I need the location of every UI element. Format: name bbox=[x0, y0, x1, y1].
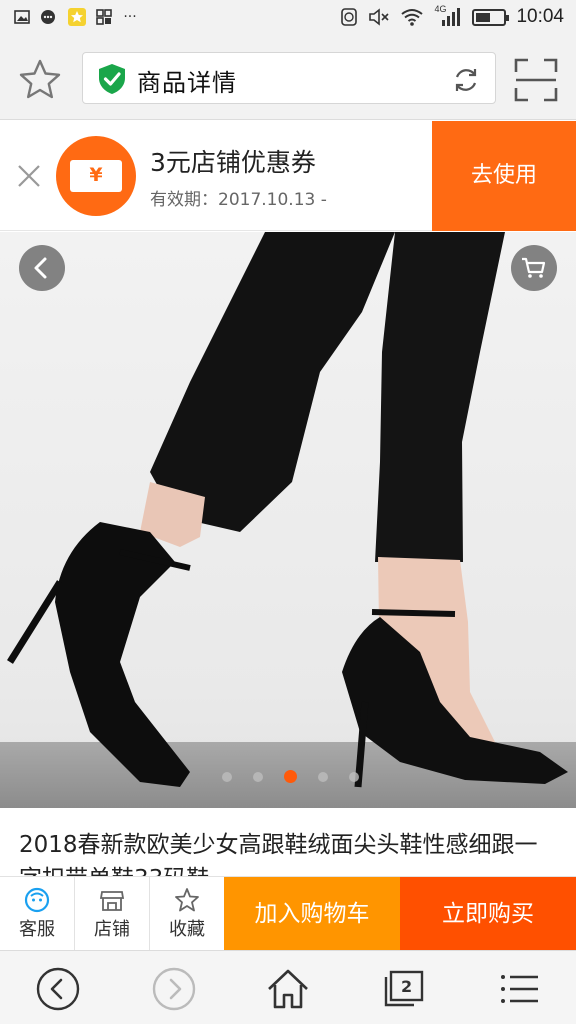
alarm-icon bbox=[341, 8, 358, 26]
secure-shield-icon bbox=[99, 64, 125, 94]
carousel-dot[interactable] bbox=[222, 771, 232, 782]
cart-icon bbox=[522, 257, 546, 278]
shop-icon bbox=[99, 891, 125, 911]
browser-bottom-nav: 2 bbox=[0, 950, 576, 1024]
status-bar: ··· 4G 10:04 bbox=[0, 0, 576, 40]
tab-count: 2 bbox=[401, 977, 413, 996]
bookmark-button[interactable] bbox=[16, 56, 64, 104]
more-icon: ··· bbox=[123, 9, 137, 25]
use-coupon-button[interactable]: 去使用 bbox=[432, 121, 576, 231]
coupon-validity: 有效期：2017.10.13 - bbox=[150, 190, 327, 210]
apps-icon bbox=[96, 9, 112, 25]
carousel-dot[interactable] bbox=[318, 771, 328, 782]
battery-icon bbox=[472, 8, 510, 26]
image-icon bbox=[14, 10, 30, 24]
product-photo bbox=[0, 232, 576, 808]
customer-service-icon bbox=[24, 887, 50, 913]
coupon-icon: ¥ bbox=[56, 136, 136, 216]
forward-nav-button[interactable] bbox=[150, 965, 198, 1013]
forward-nav-icon bbox=[152, 967, 196, 1011]
favorite-label: 收藏 bbox=[169, 919, 205, 940]
bookmark-star-icon bbox=[19, 59, 61, 99]
add-to-cart-button[interactable]: 加入购物车 bbox=[224, 877, 400, 951]
menu-button[interactable] bbox=[496, 965, 544, 1013]
address-bar[interactable]: 商品详情 bbox=[82, 52, 496, 104]
buy-now-button[interactable]: 立即购买 bbox=[400, 877, 576, 951]
favorite-star-icon bbox=[175, 888, 199, 912]
mute-icon bbox=[369, 8, 390, 26]
clock: 10:04 bbox=[516, 6, 564, 27]
favorite-button[interactable]: 收藏 bbox=[150, 877, 224, 951]
gallery-back-button[interactable] bbox=[19, 245, 65, 291]
product-title: 2018春新款欧美少女高跟鞋绒面尖头鞋性感细跟一字扣带单鞋33码鞋 bbox=[19, 832, 538, 876]
signal-icon: 4G bbox=[434, 4, 462, 28]
product-image-carousel[interactable] bbox=[0, 232, 576, 808]
shop-label: 店铺 bbox=[94, 919, 130, 940]
wifi-icon bbox=[401, 9, 424, 26]
refresh-icon[interactable] bbox=[451, 65, 481, 95]
star-app-icon bbox=[68, 8, 86, 26]
back-icon bbox=[34, 257, 47, 279]
browser-toolbar: 商品详情 bbox=[0, 40, 576, 120]
product-title-section: 2018春新款欧美少女高跟鞋绒面尖头鞋性感细跟一字扣带单鞋33码鞋 bbox=[0, 808, 576, 876]
back-nav-button[interactable] bbox=[34, 965, 82, 1013]
chat-icon bbox=[41, 10, 55, 24]
scan-button[interactable] bbox=[512, 56, 560, 104]
scan-icon bbox=[514, 58, 558, 102]
close-icon[interactable] bbox=[14, 161, 44, 191]
coupon-title: 3元店铺优惠券 bbox=[150, 148, 316, 177]
back-nav-icon bbox=[36, 967, 80, 1011]
carousel-indicator bbox=[222, 770, 359, 783]
menu-icon bbox=[501, 975, 538, 1003]
shop-button[interactable]: 店铺 bbox=[75, 877, 150, 951]
coupon-banner: ¥ 3元店铺优惠券 有效期：2017.10.13 - 去使用 bbox=[0, 121, 576, 231]
home-button[interactable] bbox=[264, 965, 312, 1013]
customer-service-label: 客服 bbox=[19, 919, 55, 940]
customer-service-button[interactable]: 客服 bbox=[0, 877, 75, 951]
page-title: 商品详情 bbox=[137, 69, 237, 97]
ticket-symbol: ¥ bbox=[89, 164, 103, 186]
carousel-dot[interactable] bbox=[253, 771, 263, 782]
purchase-action-bar: 客服 店铺 收藏 加入购物车 立即购买 bbox=[0, 876, 576, 951]
carousel-dot-active[interactable] bbox=[284, 770, 297, 783]
home-icon bbox=[268, 969, 308, 1009]
carousel-dot[interactable] bbox=[349, 771, 359, 782]
ticket-icon: ¥ bbox=[70, 160, 122, 192]
tabs-button[interactable]: 2 bbox=[380, 965, 428, 1013]
gallery-cart-button[interactable] bbox=[511, 245, 557, 291]
